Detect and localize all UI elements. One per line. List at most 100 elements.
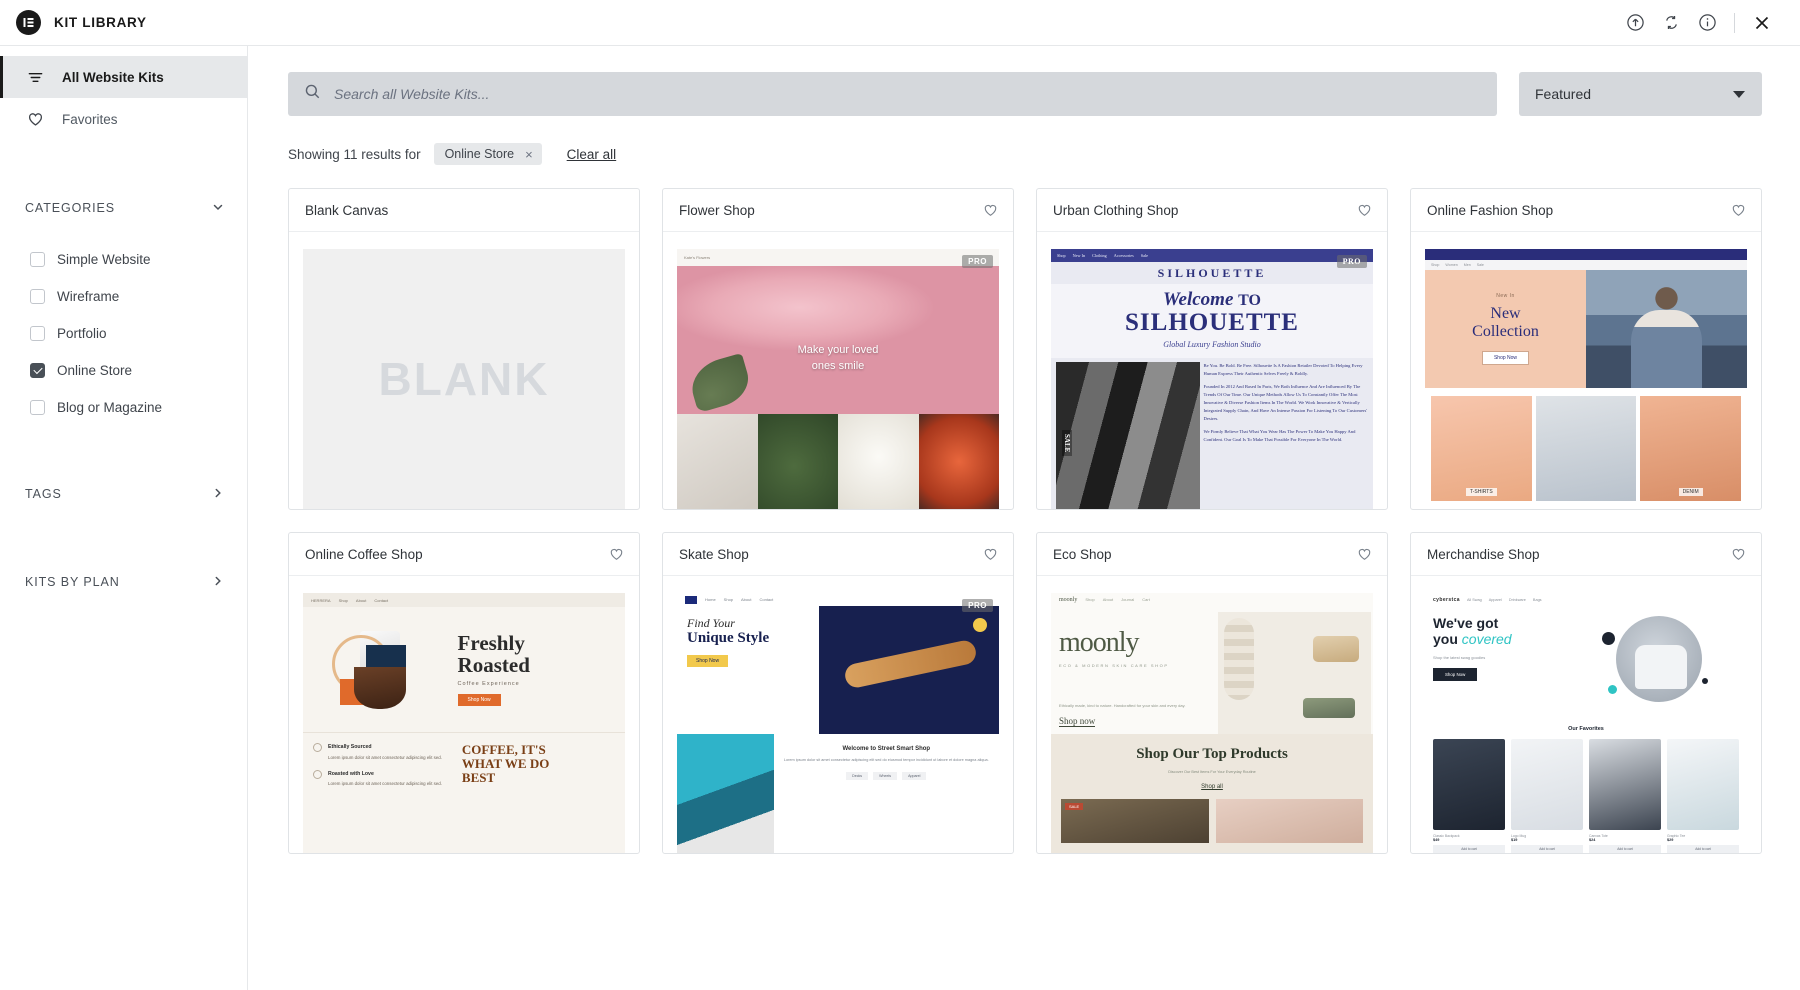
- hero-copy: We've got you covered Shop the latest sw…: [1433, 615, 1580, 724]
- favorite-heart-icon[interactable]: [1357, 547, 1372, 562]
- headline-line-1: COFFEE, IT'S: [461, 742, 546, 757]
- favorite-heart-icon[interactable]: [1731, 203, 1746, 218]
- mock-note: Welcome to Street Smart Shop Lorem ipsum…: [774, 734, 999, 853]
- kit-card-urban-clothing-shop[interactable]: Urban Clothing Shop PRO Shop New In Clot…: [1036, 188, 1388, 510]
- favorite-heart-icon[interactable]: [1357, 203, 1372, 218]
- thumb-online-fashion-shop: Shop Women Men Sale New In New Collectio…: [1425, 249, 1747, 509]
- category-simple-website[interactable]: Simple Website: [30, 241, 247, 278]
- kit-card-online-fashion-shop[interactable]: Online Fashion Shop Shop Women Men Sale …: [1410, 188, 1762, 510]
- section-header-kits-by-plan[interactable]: KITS BY PLAN: [0, 562, 247, 602]
- hero-copy: moonly ECO & MODERN SKIN CARE SHOP Ethic…: [1059, 612, 1212, 734]
- chip: Wheels: [873, 771, 898, 780]
- kit-thumbnail: Shop Women Men Sale New In New Collectio…: [1411, 232, 1761, 509]
- body: All Website Kits Favorites CATEGORIES Si: [0, 46, 1800, 990]
- mock-nav: HERRERA Shop About Contact: [303, 593, 625, 607]
- favorite-heart-icon[interactable]: [609, 547, 624, 562]
- sidebar-item-favorites[interactable]: Favorites: [0, 98, 247, 140]
- section-header-categories[interactable]: CATEGORIES: [0, 188, 247, 228]
- kit-card-eco-shop[interactable]: Eco Shop moonly Shop About Journal Cart …: [1036, 532, 1388, 854]
- category-label: Wireframe: [57, 289, 120, 304]
- chevron-right-icon: [211, 486, 225, 503]
- mock-nav-item: Women: [1445, 263, 1458, 267]
- hero-wordmark: moonly: [1059, 627, 1140, 658]
- section-heading: Shop Our Top Products: [1136, 746, 1288, 762]
- kit-card-online-coffee-shop[interactable]: Online Coffee Shop HERRERA Shop About Co…: [288, 532, 640, 854]
- remove-filter-icon[interactable]: ×: [525, 148, 533, 161]
- tile: [1535, 396, 1637, 501]
- search-input[interactable]: [334, 86, 1481, 102]
- mock-nav-item: Home: [705, 597, 716, 602]
- category-portfolio[interactable]: Portfolio: [30, 315, 247, 352]
- clear-all-button[interactable]: Clear all: [567, 147, 617, 162]
- hero-heading-line-1: Freshly: [457, 631, 525, 656]
- mock-brand: SILHOUETTE: [1051, 262, 1373, 284]
- kit-thumbnail: BLANK: [289, 232, 639, 509]
- section-sub: Discover Our Best Items For Your Everyda…: [1168, 770, 1256, 774]
- mock-nav-item: All Swag: [1466, 597, 1482, 602]
- checkbox-checked[interactable]: [30, 363, 45, 378]
- sort-dropdown[interactable]: Featured: [1519, 72, 1762, 116]
- app-header: KIT LIBRARY: [0, 0, 1800, 46]
- product-card: Logo Mug $19 Add to cart: [1511, 739, 1583, 853]
- kit-card-merchandise-shop[interactable]: Merchandise Shop cyberstca All Swag Appa…: [1410, 532, 1762, 854]
- hero-title: Unique Style: [687, 630, 770, 646]
- favorite-heart-icon[interactable]: [983, 547, 998, 562]
- mock-lower: Shop Our Top Products Discover Our Best …: [1051, 734, 1373, 853]
- main-content: Featured Showing 11 results for Online S…: [248, 46, 1800, 990]
- filter-chip-online-store[interactable]: Online Store ×: [433, 143, 542, 165]
- mock-nav-item: About: [1102, 597, 1114, 602]
- hero-heading-part: you: [1433, 630, 1462, 647]
- pro-badge: PRO: [962, 255, 993, 268]
- section-link: Shop all: [1201, 783, 1223, 790]
- sidebar-item-label: Favorites: [62, 111, 118, 127]
- accent-dot: [1602, 632, 1616, 645]
- category-wireframe[interactable]: Wireframe: [30, 278, 247, 315]
- mock-nav-item: New In: [1072, 253, 1086, 258]
- card-header: Blank Canvas: [289, 189, 639, 232]
- sync-icon[interactable]: [1653, 5, 1689, 41]
- search-box[interactable]: [288, 72, 1497, 116]
- hero-heading-line-1: We've got: [1433, 615, 1499, 631]
- pro-badge: PRO: [962, 599, 993, 612]
- search-icon: [304, 83, 321, 105]
- mock-lower: Ethically Sourced Lorem ipsum dolor sit …: [303, 732, 625, 853]
- accent-dot: [1608, 685, 1618, 694]
- kit-card-skate-shop[interactable]: Skate Shop PRO Home Shop About Contact F…: [662, 532, 1014, 854]
- kit-card-blank-canvas[interactable]: Blank Canvas BLANK: [288, 188, 640, 510]
- product-price: $24: [1589, 838, 1596, 842]
- kit-card-flower-shop[interactable]: Flower Shop PRO Kate's Flowers Make your…: [662, 188, 1014, 510]
- tile: T-SHIRTS: [1431, 396, 1532, 501]
- kit-title: Urban Clothing Shop: [1053, 202, 1179, 218]
- tile-label: DENIM: [1678, 488, 1703, 496]
- favorite-heart-icon[interactable]: [1731, 547, 1746, 562]
- hero-sub: Global Luxury Fashion Studio: [1163, 339, 1261, 349]
- section-header-tags[interactable]: TAGS: [0, 474, 247, 514]
- results-bar: Showing 11 results for Online Store × Cl…: [288, 142, 1762, 166]
- navy-square: [366, 644, 407, 685]
- mock-photo: [677, 734, 774, 853]
- checkbox[interactable]: [30, 400, 45, 415]
- chevron-down-icon: [1733, 90, 1745, 98]
- note-title: Welcome to Street Smart Shop: [842, 746, 931, 752]
- info-icon[interactable]: [1689, 5, 1725, 41]
- kit-thumbnail: HERRERA Shop About Contact Freshly Roast…: [289, 576, 639, 853]
- mock-photo: [1056, 361, 1200, 509]
- product-button: Add to cart: [1589, 845, 1661, 853]
- mock-nav-item: Shop: [1085, 597, 1095, 602]
- kit-thumbnail: moonly Shop About Journal Cart moonly EC…: [1037, 576, 1387, 853]
- hero-button: Shop Now: [1481, 351, 1530, 366]
- sidebar-item-all-website-kits[interactable]: All Website Kits: [0, 56, 247, 98]
- favorite-heart-icon[interactable]: [983, 203, 998, 218]
- upload-icon[interactable]: [1617, 5, 1653, 41]
- mock-nav-item: Sale: [1476, 263, 1484, 267]
- mock-subnav: Shop Women Men Sale: [1425, 260, 1747, 270]
- hero-paragraph: Ethically made, kind to nature. Handcraf…: [1059, 702, 1186, 708]
- product-image: [1667, 739, 1739, 830]
- category-blog-or-magazine[interactable]: Blog or Magazine: [30, 389, 247, 426]
- checkbox[interactable]: [30, 252, 45, 267]
- product-card: Canvas Tote $24 Add to cart: [1589, 739, 1661, 853]
- checkbox[interactable]: [30, 326, 45, 341]
- category-online-store[interactable]: Online Store: [30, 352, 247, 389]
- close-icon[interactable]: [1744, 5, 1780, 41]
- checkbox[interactable]: [30, 289, 45, 304]
